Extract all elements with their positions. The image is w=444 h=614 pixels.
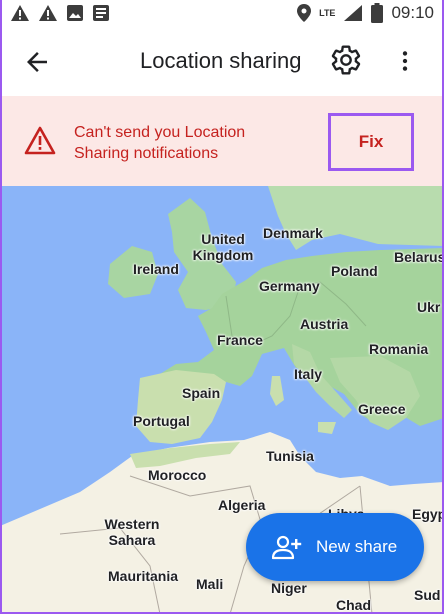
gear-icon[interactable] (330, 44, 362, 76)
map-label-sudan: Sud (414, 587, 441, 603)
signal-icon (344, 5, 363, 21)
app-bar: Location sharing (0, 26, 444, 96)
map-label-western-sahara-text: Western Sahara (104, 516, 160, 548)
map-label-greece: Greece (358, 401, 406, 417)
arrow-back-icon[interactable] (22, 47, 52, 77)
map-label-ukraine: Ukr (417, 299, 441, 315)
map-label-france: France (217, 332, 263, 348)
status-time: 09:10 (391, 3, 434, 22)
warning-icon (24, 126, 56, 155)
fix-button[interactable]: Fix (328, 113, 414, 171)
warning-icon (39, 5, 57, 21)
map-label-poland: Poland (331, 263, 378, 279)
map-label-chad: Chad (336, 597, 371, 613)
map-label-portugal: Portugal (133, 413, 190, 429)
map-label-germany: Germany (259, 278, 320, 294)
map-label-western-sahara: Western Sahara (100, 516, 164, 548)
map-label-mali: Mali (196, 576, 224, 592)
map-label-egypt: Egyp (412, 506, 444, 522)
map-label-united-kingdom-text: United Kingdom (192, 231, 254, 263)
more-vert-icon[interactable] (392, 46, 418, 76)
new-share-label: New share (316, 537, 398, 556)
map-label-morocco: Morocco (148, 467, 207, 483)
map-label-italy: Italy (294, 366, 323, 382)
map-label-romania: Romania (369, 341, 429, 357)
image-icon (67, 5, 83, 21)
network-type: LTE (319, 7, 336, 18)
map-label-spain: Spain (182, 385, 221, 401)
new-share-button[interactable]: New share (246, 513, 424, 581)
notes-icon (93, 5, 109, 21)
map-label-belarus: Belarus (394, 249, 444, 265)
map-label-austria: Austria (300, 316, 349, 332)
warning-icon (11, 5, 29, 21)
banner-message: Can't send you Location Sharing notifica… (74, 124, 246, 162)
status-right-icons: LTE 09:10 (297, 3, 434, 23)
person-add-icon (272, 535, 302, 560)
map-label-denmark: Denmark (263, 225, 323, 241)
map-label-algeria: Algeria (218, 497, 266, 513)
page-title: Location sharing (140, 48, 302, 73)
map-label-mauritania: Mauritania (108, 568, 179, 584)
map-label-ireland: Ireland (133, 261, 179, 277)
location-pin-icon (297, 4, 312, 22)
battery-icon (371, 3, 384, 23)
map-label-niger: Niger (271, 580, 307, 596)
notification-error-banner: Can't send you Location Sharing notifica… (0, 96, 444, 186)
status-bar: LTE 09:10 (0, 0, 444, 26)
map-label-tunisia: Tunisia (266, 448, 314, 464)
status-left-icons (10, 4, 110, 22)
map-label-united-kingdom: United Kingdom (185, 231, 261, 263)
